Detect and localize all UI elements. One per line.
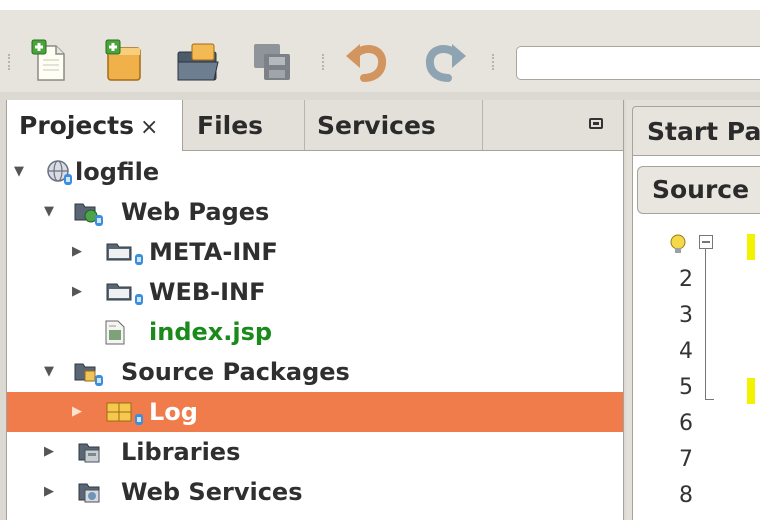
toolbar-grip[interactable]: [8, 54, 13, 70]
fold-toggle-icon[interactable]: [699, 235, 713, 249]
tab-files-label: Files: [197, 111, 264, 140]
collapsed-arrow-icon[interactable]: ▶: [69, 392, 85, 432]
line-number: 6: [679, 411, 693, 436]
tab-projects[interactable]: Projects ×: [7, 100, 183, 151]
tree-node-label: Web Services: [121, 478, 303, 506]
tab-services[interactable]: Services: [305, 100, 483, 150]
expanded-arrow-icon[interactable]: ▼: [41, 192, 57, 232]
tree-node-web-services[interactable]: ▶ Web Services: [7, 472, 623, 512]
folder-icon: [105, 280, 143, 305]
line-number: 8: [679, 483, 693, 508]
tree-node-label: Libraries: [121, 438, 241, 466]
line-highlight: [747, 234, 755, 260]
projects-panel: Projects × Files Services ▼ logfile ▼ We…: [6, 100, 624, 520]
line-number: 4: [679, 339, 693, 364]
new-file-icon[interactable]: [26, 38, 74, 86]
tree-node-label: logfile: [75, 158, 160, 186]
web-project-icon: [47, 160, 72, 185]
folder-icon: [105, 240, 143, 265]
quick-search-input[interactable]: [516, 46, 760, 80]
main-toolbar: [0, 10, 760, 92]
redo-icon[interactable]: [420, 38, 468, 86]
tree-node-label: Web Pages: [121, 198, 270, 226]
tree-node-libraries[interactable]: ▶ Libraries: [7, 432, 623, 472]
line-number: 5: [679, 375, 693, 400]
undo-icon[interactable]: [344, 38, 392, 86]
line-number: 7: [679, 447, 693, 472]
expanded-arrow-icon[interactable]: ▼: [41, 352, 57, 392]
open-project-icon[interactable]: [174, 38, 222, 86]
tree-node-web-pages[interactable]: ▼ Web Pages: [7, 192, 623, 232]
new-project-icon[interactable]: [100, 38, 148, 86]
tab-projects-label: Projects: [19, 111, 135, 140]
fold-guide-end: [705, 399, 714, 400]
collapsed-arrow-icon[interactable]: ▶: [41, 432, 57, 472]
save-all-icon[interactable]: [248, 38, 296, 86]
tab-services-label: Services: [317, 111, 436, 140]
tree-node-source-packages[interactable]: ▼ Source Packages: [7, 352, 623, 392]
line-number: 2: [679, 267, 693, 292]
line-number: 3: [679, 303, 693, 328]
source-packages-icon: [73, 360, 103, 386]
web-services-icon: [77, 480, 101, 504]
editor-panel: Start Pa Source 2 3 4 5 6 7 8: [626, 100, 760, 520]
window-top-edge: [0, 0, 760, 10]
collapsed-arrow-icon[interactable]: ▶: [69, 272, 85, 312]
collapsed-arrow-icon[interactable]: ▶: [41, 472, 57, 512]
jsp-file-icon: [103, 320, 127, 345]
minimize-icon[interactable]: [589, 118, 603, 129]
projects-tabbar: Projects × Files Services: [7, 100, 623, 151]
fold-guide: [705, 249, 706, 399]
tree-node-label: Source Packages: [121, 358, 350, 386]
source-view-label: Source: [652, 175, 750, 204]
tab-start-page-label: Start Pa: [647, 117, 760, 146]
toolbar-grip[interactable]: [322, 54, 327, 70]
libraries-icon: [77, 440, 101, 464]
lightbulb-hint-icon[interactable]: [669, 234, 687, 260]
editor-area[interactable]: Source 2 3 4 5 6 7 8: [632, 156, 760, 520]
close-icon[interactable]: ×: [140, 115, 158, 140]
tree-node-label: META-INF: [149, 238, 278, 266]
tree-node-web-inf[interactable]: ▶ WEB-INF: [7, 272, 623, 312]
collapsed-arrow-icon[interactable]: ▶: [69, 232, 85, 272]
tab-start-page[interactable]: Start Pa: [632, 106, 760, 156]
tree-node-logfile[interactable]: ▼ logfile: [7, 152, 623, 192]
tab-files[interactable]: Files: [185, 100, 305, 150]
tree-node-label: WEB-INF: [149, 278, 266, 306]
expanded-arrow-icon[interactable]: ▼: [11, 152, 27, 192]
tree-node-meta-inf[interactable]: ▶ META-INF: [7, 232, 623, 272]
tree-node-label: Log: [149, 398, 198, 426]
line-highlight: [747, 378, 755, 404]
package-icon: [105, 400, 143, 425]
tree-node-label: index.jsp: [149, 318, 273, 346]
tree-node-index-jsp[interactable]: index.jsp: [7, 312, 623, 352]
source-view-button[interactable]: Source: [637, 166, 760, 214]
web-pages-folder-icon: [73, 200, 103, 226]
tree-node-log[interactable]: ▶ Log: [7, 392, 623, 432]
toolbar-grip[interactable]: [492, 54, 497, 70]
